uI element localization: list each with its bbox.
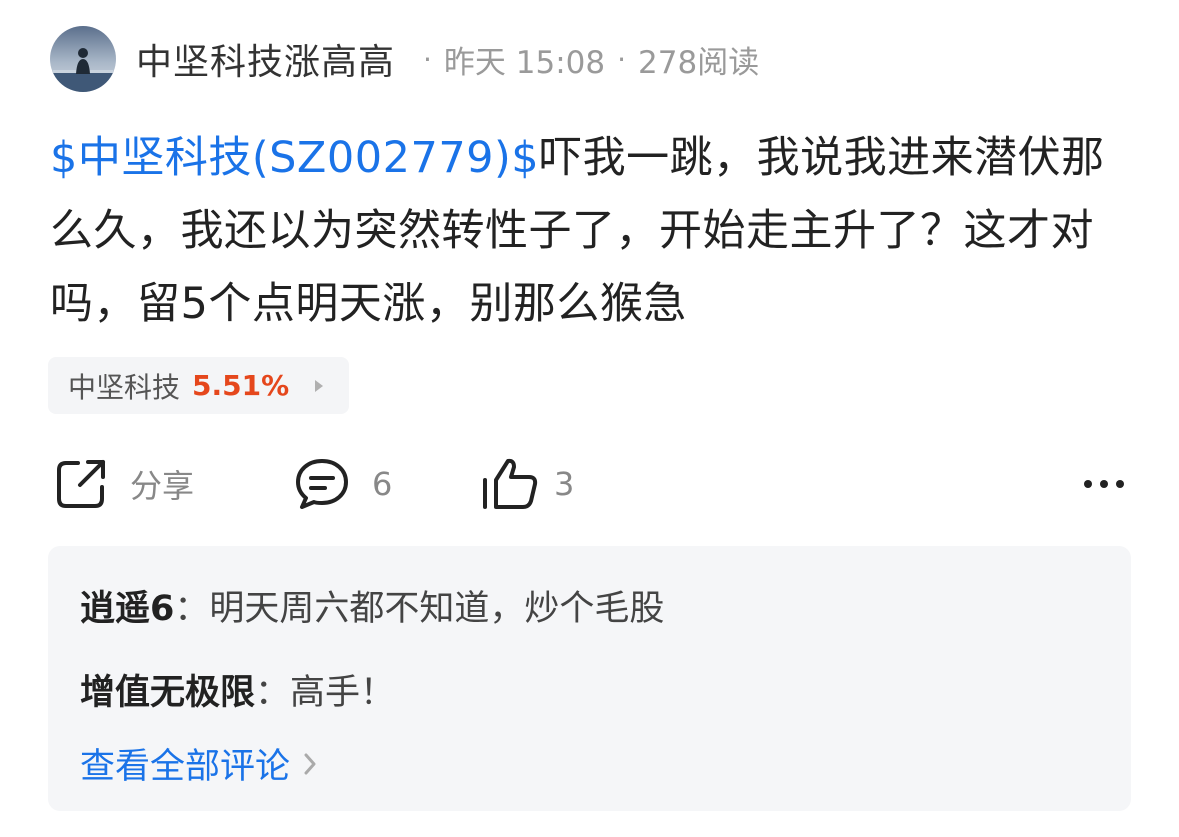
chevron-right-icon: [304, 753, 316, 774]
comment-separator: ：: [255, 673, 291, 713]
meta-separator: ·: [423, 42, 432, 76]
comment-author[interactable]: 增值无极限: [80, 673, 255, 713]
author-name[interactable]: 中坚科技涨高高: [136, 33, 395, 85]
meta-separator: ·: [617, 42, 627, 76]
stock-tag-change: 5.51%: [192, 369, 290, 402]
action-bar: 分享 6 3: [50, 452, 1130, 516]
stock-link[interactable]: $中坚科技(SZ002779)$: [50, 133, 539, 183]
post-time: 昨天 15:08: [443, 44, 606, 81]
more-button[interactable]: [1082, 452, 1126, 516]
comment-text: 高手！: [290, 673, 396, 713]
share-icon: [57, 460, 105, 508]
avatar[interactable]: [50, 26, 116, 92]
comment-item[interactable]: 增值无极限：高手！: [80, 664, 395, 715]
read-count: 278阅读: [638, 44, 760, 81]
view-all-label: 查看全部评论: [80, 747, 291, 787]
avatar-photo: [50, 26, 116, 92]
thumbs-up-icon: [483, 458, 538, 509]
comment-icon: [296, 459, 348, 509]
comment-count: 6: [372, 465, 393, 503]
comment-button[interactable]: 6: [294, 452, 392, 516]
comment-author[interactable]: 逍遥6: [80, 589, 174, 629]
more-icon: [1084, 480, 1124, 488]
play-arrow-icon: [315, 379, 324, 392]
share-label: 分享: [130, 467, 195, 505]
post-header: 中坚科技涨高高 · 昨天 15:08 · 278阅读: [50, 26, 759, 92]
comment-item[interactable]: 逍遥6：明天周六都不知道，炒个毛股: [80, 580, 664, 631]
post-meta: · 昨天 15:08 · 278阅读: [411, 37, 759, 82]
stock-tag-name: 中坚科技: [68, 370, 181, 404]
share-button[interactable]: 分享: [54, 452, 194, 516]
comment-separator: ：: [174, 589, 210, 629]
stock-tag[interactable]: 中坚科技 5.51%: [48, 357, 350, 414]
like-button[interactable]: 3: [480, 452, 574, 516]
like-count: 3: [554, 465, 575, 503]
post-body: $中坚科技(SZ002779)$吓我一跳，我说我进来潜伏那么久，我还以为突然转性…: [50, 122, 1130, 341]
comment-text: 明天周六都不知道，炒个毛股: [209, 589, 665, 629]
comments-panel: 逍遥6：明天周六都不知道，炒个毛股 增值无极限：高手！ 查看全部评论: [48, 546, 1131, 811]
view-all-comments-link[interactable]: 查看全部评论: [80, 738, 318, 789]
